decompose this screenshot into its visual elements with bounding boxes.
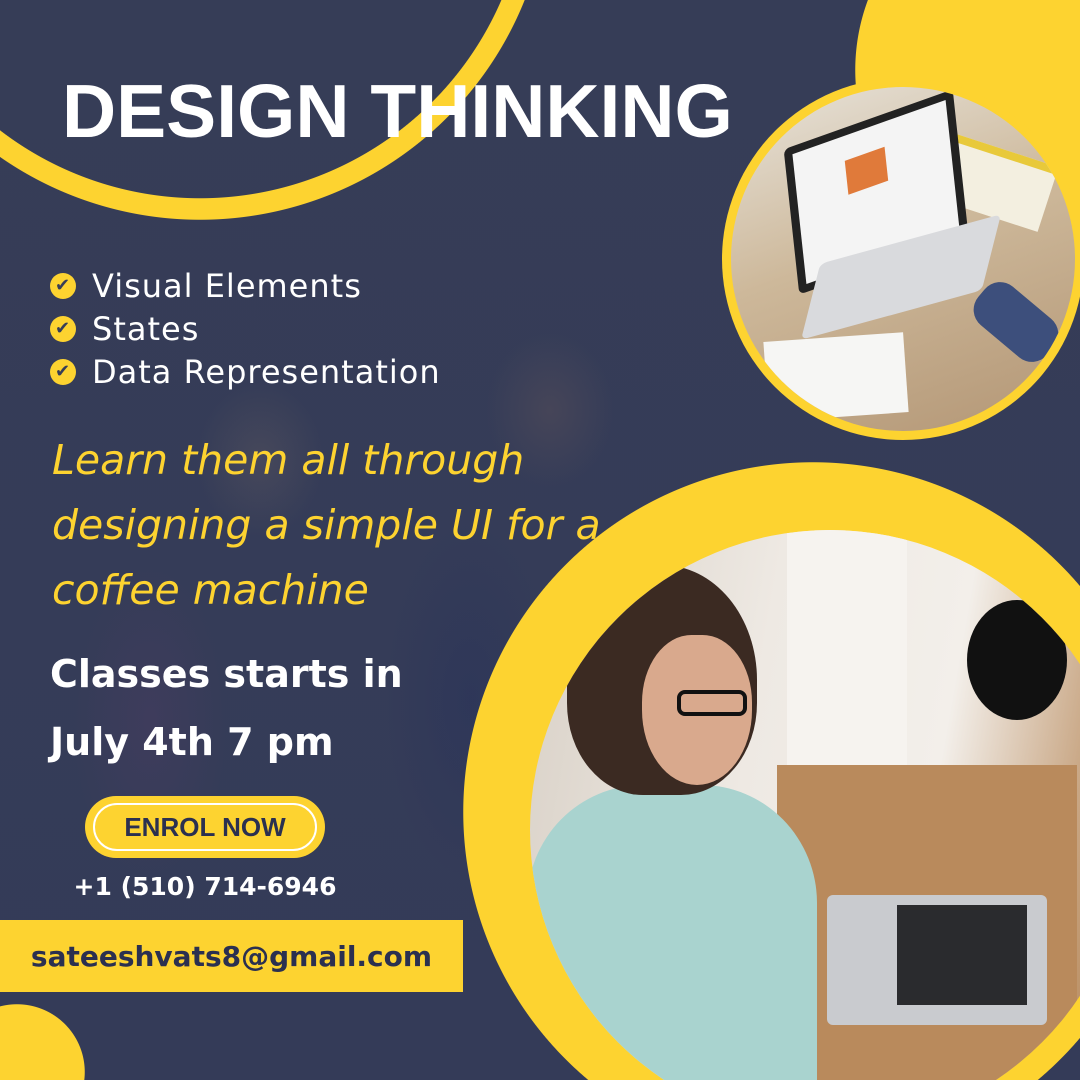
- list-item-label: States: [92, 309, 200, 348]
- email-banner: sateeshvats8@gmail.com: [0, 920, 463, 992]
- schedule-line-1: Classes starts in: [50, 652, 403, 696]
- check-circle-icon: ✔: [50, 358, 76, 385]
- list-item-label: Data Representation: [92, 352, 441, 391]
- list-item: ✔ Visual Elements: [50, 264, 441, 307]
- check-circle-icon: ✔: [50, 315, 76, 342]
- check-circle-icon: ✔: [50, 272, 76, 299]
- enrol-now-label: ENROL NOW: [93, 803, 317, 851]
- laptop-photo-circle: [722, 78, 1080, 440]
- enrol-now-button[interactable]: ENROL NOW: [85, 796, 325, 858]
- schedule-line-2: July 4th 7 pm: [50, 720, 334, 764]
- email-address: sateeshvats8@gmail.com: [30, 939, 433, 973]
- tagline: Learn them all through designing a simpl…: [52, 436, 601, 614]
- list-item: ✔ States: [50, 307, 441, 350]
- schedule: Classes starts in July 4th 7 pm: [50, 640, 403, 776]
- list-item-label: Visual Elements: [92, 266, 362, 305]
- phone-number: +1 (510) 714-6946: [73, 872, 337, 901]
- list-item: ✔ Data Representation: [50, 350, 441, 393]
- page-title: DESIGN THINKING: [62, 69, 733, 153]
- feature-list: ✔ Visual Elements ✔ States ✔ Data Represent…: [50, 264, 441, 393]
